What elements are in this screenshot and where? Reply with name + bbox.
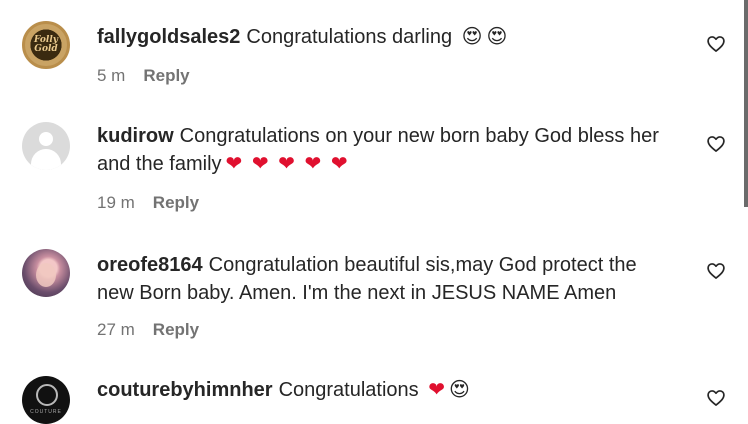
avatar-logo-text: COUTURE — [30, 409, 62, 415]
comment-text: fallygoldsales2 Congratulations darling 😍… — [97, 23, 697, 51]
comment-username[interactable]: oreofe8164 — [97, 254, 203, 276]
heart-outline-icon[interactable] — [706, 34, 726, 54]
comment-text: oreofe8164 Congratulation beautiful sis,m… — [97, 251, 677, 307]
avatar[interactable] — [22, 249, 70, 297]
smiling-face-heart-eyes-emoji: 😍 — [449, 379, 470, 401]
reply-button[interactable]: Reply — [153, 320, 199, 339]
comment-meta: 19 m Reply — [97, 193, 199, 213]
red-heart-emoji: ❤ — [330, 153, 348, 175]
comment-time: 27 m — [97, 320, 135, 339]
comment-meta: 27 m Reply — [97, 320, 199, 340]
comment-text: kudirow Congratulations on your new born … — [97, 122, 692, 178]
red-heart-emoji: ❤ — [428, 379, 445, 401]
heart-outline-icon[interactable] — [706, 388, 726, 408]
default-avatar-head — [39, 132, 53, 146]
comment-username[interactable]: fallygoldsales2 — [97, 26, 240, 48]
heart-outline-icon[interactable] — [706, 261, 726, 281]
red-heart-emoji: ❤ — [225, 153, 243, 175]
comment-time: 5 m — [97, 66, 126, 85]
comment-text: couturebyhimnher Congratulations ❤ 😍 — [97, 376, 697, 404]
heart-outline-icon[interactable] — [706, 134, 726, 154]
smiling-face-heart-eyes-emoji: 😍 — [486, 26, 508, 48]
avatar[interactable] — [22, 122, 70, 170]
comment-username[interactable]: couturebyhimnher — [97, 379, 273, 401]
comment-time: 19 m — [97, 193, 135, 212]
comment-body: Congratulations — [278, 379, 419, 401]
red-heart-emoji: ❤ — [304, 153, 322, 175]
red-heart-emoji: ❤ — [251, 153, 269, 175]
avatar[interactable]: Folly Gold — [22, 21, 70, 69]
avatar[interactable]: COUTURE — [22, 376, 70, 424]
comment-username[interactable]: kudirow — [97, 125, 174, 147]
reply-button[interactable]: Reply — [153, 193, 199, 212]
comment-body: Congratulations darling — [246, 26, 453, 48]
avatar-logo-text: Folly Gold — [34, 35, 58, 54]
red-heart-emoji: ❤ — [278, 153, 295, 175]
comment-meta: 5 m Reply — [97, 66, 190, 86]
default-avatar-body — [31, 149, 61, 170]
smiling-face-heart-eyes-emoji: 😍 — [461, 26, 483, 48]
avatar-logo-ring — [36, 384, 58, 406]
reply-button[interactable]: Reply — [143, 66, 189, 85]
avatar-photo-face — [36, 263, 56, 287]
scrollbar[interactable] — [744, 0, 748, 207]
comment-body: Congratulations on your new born baby Go… — [97, 125, 659, 175]
